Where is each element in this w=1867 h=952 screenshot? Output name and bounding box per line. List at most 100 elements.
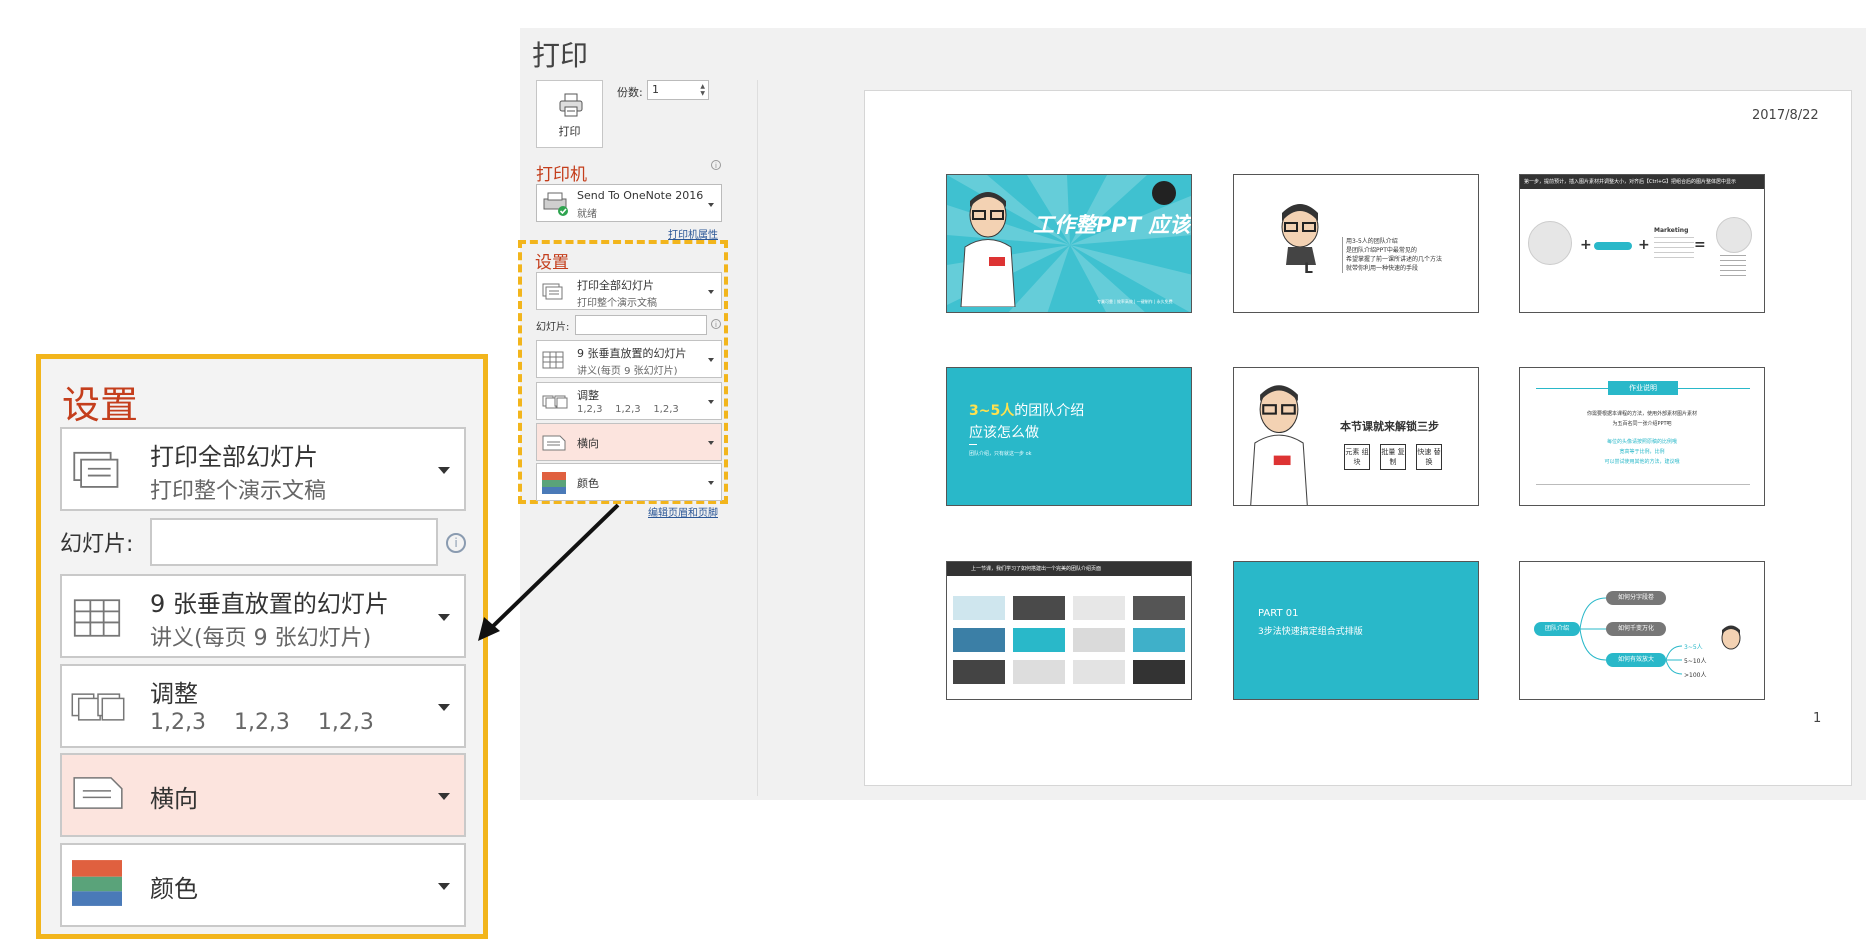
orientation-label: 横向 xyxy=(150,785,198,813)
spin-down-icon[interactable]: ▼ xyxy=(700,91,705,97)
photo-tile xyxy=(1013,628,1065,652)
slides-input[interactable] xyxy=(575,315,707,335)
orientation-select-zoom[interactable]: 横向 xyxy=(60,753,466,837)
printer-device-icon xyxy=(543,192,568,216)
color-swatch-icon xyxy=(72,860,122,906)
slide-thumbnail-4: 3~5人的团队介绍 应该怎么做 团队介绍，只有就这一步 ok xyxy=(946,367,1192,506)
slide-thumbnail-5: 本节课就来解锁三步 元素 组块 批量 复制 快速 替换 xyxy=(1233,367,1479,506)
slide-3-header: 第一步，提前预计，插入图片素材并调整大小，对齐后【Ctrl+G】把组合后的图片整… xyxy=(1520,175,1764,189)
avatar xyxy=(1716,217,1752,253)
color-label: 颜色 xyxy=(150,875,198,903)
slides-stack-icon xyxy=(73,451,119,488)
settings-heading: 设置 xyxy=(535,253,569,273)
slide-4-title-line2: 应该怎么做 xyxy=(969,425,1039,441)
slide-8-subtitle: 3步法快速搞定组合式排版 xyxy=(1258,627,1363,637)
slides-label: 幻灯片: xyxy=(536,322,570,333)
step-box: 快速 替换 xyxy=(1416,444,1442,470)
slide-2-text: 用3-5人的团队介绍 是团队介绍PPT中最常见的 希望掌握了前一课所讲述的几个方… xyxy=(1342,237,1442,273)
photo-tile xyxy=(953,660,1005,684)
info-icon[interactable]: i xyxy=(446,533,466,553)
character-head-icon xyxy=(1721,625,1741,650)
layout-select-zoom[interactable]: 9 张垂直放置的幻灯片 讲义(每页 9 张幻灯片) xyxy=(60,574,466,658)
slide-3-label: Marketing xyxy=(1654,227,1689,234)
slide-6-hint1: 每位的头像请按照原稿的比例哦 xyxy=(1606,439,1677,445)
divider xyxy=(1536,484,1750,485)
slide-1-title: 工作整PPT 应该这样做 xyxy=(1033,213,1191,237)
chevron-down-icon xyxy=(708,441,714,445)
print-range-label: 打印全部幻灯片 xyxy=(150,443,318,471)
slide-4-title-rest: 的团队介绍 xyxy=(1014,403,1085,419)
slide-8-part: PART 01 xyxy=(1258,608,1299,619)
slide-4-title: 3~5人的团队介绍 xyxy=(969,400,1084,420)
edit-header-footer-link[interactable]: 编辑页眉和页脚 xyxy=(648,504,718,519)
slide-4-small: 团队介绍，只有就这一步 ok xyxy=(969,451,1032,457)
layout-select[interactable]: 9 张垂直放置的幻灯片 讲义(每页 9 张幻灯片) xyxy=(536,340,722,378)
mindmap-node: 如何千变万化 xyxy=(1606,622,1666,636)
teal-bar xyxy=(1594,242,1632,250)
slide-5-heading: 本节课就来解锁三步 xyxy=(1340,420,1439,433)
photo-tile xyxy=(1013,596,1065,620)
photo-tile xyxy=(953,628,1005,652)
slide-6-line2: 为五百名同一张介绍PPT吧 xyxy=(1612,421,1672,427)
printer-properties-link[interactable]: 打印机属性 xyxy=(668,226,718,241)
print-range-select-zoom[interactable]: 打印全部幻灯片 打印整个演示文稿 xyxy=(60,427,466,511)
logo-badge xyxy=(1152,181,1176,205)
print-range-sub: 打印整个演示文稿 xyxy=(577,298,657,309)
mindmap-center: 团队介绍 xyxy=(1534,622,1580,636)
slide-2-letter: L xyxy=(1304,261,1313,277)
slide-2-line: 是团队介绍PPT中最常见的 xyxy=(1346,247,1417,254)
collate-sub: 1,2,3 1,2,3 1,2,3 xyxy=(577,404,679,415)
slides-stack-icon xyxy=(542,283,563,300)
collate-icon xyxy=(542,395,568,409)
chevron-down-icon xyxy=(438,793,450,800)
slide-6-banner: 作业说明 xyxy=(1608,381,1678,395)
chevron-down-icon xyxy=(708,358,714,362)
slide-thumbnail-8: PART 01 3步法快速搞定组合式排版 xyxy=(1233,561,1479,700)
cartoon-character xyxy=(960,192,1016,307)
collate-select[interactable]: 调整 1,2,3 1,2,3 1,2,3 xyxy=(536,382,722,420)
slide-6-line1: 你需要根据本课程的方法，使用外部素材图片素材 xyxy=(1586,411,1697,417)
printer-name: Send To OneNote 2016 xyxy=(577,189,704,202)
slide-6-hint2: 宽高等于比例，比例 xyxy=(1619,449,1665,455)
slides-input-zoom[interactable] xyxy=(150,518,438,566)
mindmap-node: 如何分字段卷 xyxy=(1606,591,1666,605)
orientation-select[interactable]: 横向 xyxy=(536,423,722,461)
step-box: 元素 组块 xyxy=(1344,444,1370,470)
slide-thumbnail-6: 作业说明 你需要根据本课程的方法，使用外部素材图片素材 为五百名同一张介绍PPT… xyxy=(1519,367,1765,506)
slide-2-line: 就带你利用一种快速的手段 xyxy=(1346,265,1419,272)
printer-status: 就绪 xyxy=(577,209,597,220)
chevron-down-icon xyxy=(708,203,714,207)
print-range-select[interactable]: 打印全部幻灯片 打印整个演示文稿 xyxy=(536,272,722,310)
orientation-label: 横向 xyxy=(577,437,599,450)
info-icon[interactable]: i xyxy=(711,319,721,329)
chevron-down-icon xyxy=(708,481,714,485)
color-label: 颜色 xyxy=(577,477,599,490)
layout-sub: 讲义(每页 9 张幻灯片) xyxy=(150,626,372,651)
slides-label-zoom: 幻灯片: xyxy=(60,532,134,557)
photo-tile xyxy=(1133,660,1185,684)
layout-label: 9 张垂直放置的幻灯片 xyxy=(577,347,687,360)
layout-label: 9 张垂直放置的幻灯片 xyxy=(150,590,389,618)
page-date: 2017/8/22 xyxy=(1752,108,1819,123)
mindmap-count: 3~5人 xyxy=(1684,644,1703,651)
divider xyxy=(969,444,977,445)
info-icon[interactable]: i xyxy=(711,160,721,170)
collate-select-zoom[interactable]: 调整 1,2,3 1,2,3 1,2,3 xyxy=(60,664,466,748)
slide-thumbnail-1: 工作整PPT 应该这样做 专業可靠 | 效率高效 | 一键制作 | 永久免费 xyxy=(946,174,1192,313)
slide-4-highlight: 3~5人 xyxy=(969,403,1015,419)
slide-thumbnail-2: L 用3-5人的团队介绍 是团队介绍PPT中最常见的 希望掌握了前一课所讲述的几… xyxy=(1233,174,1479,313)
print-button[interactable]: 打印 xyxy=(536,80,603,148)
printer-select[interactable]: Send To OneNote 2016 就绪 xyxy=(536,184,722,222)
copies-stepper[interactable]: 1 ▲ ▼ xyxy=(647,80,709,100)
print-range-sub: 打印整个演示文稿 xyxy=(150,479,327,504)
printer-heading: 打印机 xyxy=(536,165,587,185)
plus-icon: + xyxy=(1638,237,1650,253)
text-placeholder xyxy=(1654,237,1694,261)
copies-label: 份数: xyxy=(617,86,643,99)
slide-thumbnail-7: 上一节课，我们学习了如何搭建出一个完美的团队介绍页面 xyxy=(946,561,1192,700)
slide-6-hint3: 可以尝试使用其他的方法，建议哦 xyxy=(1604,459,1680,465)
color-select-zoom[interactable]: 颜色 xyxy=(60,843,466,927)
chevron-down-icon xyxy=(708,290,714,294)
photo-tile xyxy=(953,596,1005,620)
printer-icon xyxy=(559,93,583,117)
